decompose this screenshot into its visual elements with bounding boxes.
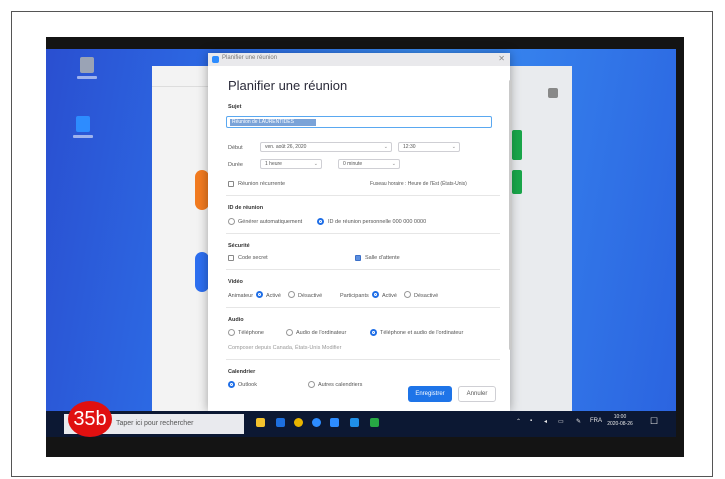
audio-label: Audio: [228, 317, 244, 323]
dialog-window-title: Planifier une réunion: [222, 55, 278, 61]
participants-video-off-radio[interactable]: [404, 291, 411, 298]
save-button[interactable]: Enregistrer: [408, 386, 452, 402]
audio-both-label: Téléphone et audio de l'ordinateur: [380, 330, 464, 336]
avatar-icon[interactable]: [548, 88, 558, 98]
calendar-label: Calendrier: [228, 369, 256, 375]
zoom-active-icon[interactable]: [330, 418, 339, 427]
chevron-down-icon: ⌄: [391, 161, 396, 167]
audio-computer-radio[interactable]: [286, 329, 293, 336]
recurring-checkbox[interactable]: [228, 181, 234, 187]
calendar-widget-green: [512, 130, 522, 160]
host-video-off-label: Désactivé: [298, 293, 323, 299]
battery-icon[interactable]: ▭: [558, 418, 564, 425]
pen-icon[interactable]: ✎: [576, 418, 581, 425]
security-label: Sécurité: [228, 243, 250, 249]
volume-icon[interactable]: ◂: [544, 418, 547, 425]
recurring-label: Réunion récurrente: [238, 181, 286, 187]
host-video-on-label: Activé: [266, 293, 281, 299]
topic-input[interactable]: Réunion de LAURENTIDES: [226, 116, 492, 128]
zoom-desktop-glyph: [76, 116, 90, 132]
schedule-tile[interactable]: [195, 252, 209, 292]
divider: [226, 359, 500, 360]
date-label: Début: [228, 145, 243, 151]
timezone-text[interactable]: Fuseau horaire : Heure de l'Est (États-U…: [370, 181, 467, 187]
meeting-id-label: ID de réunion: [228, 205, 264, 211]
chevron-down-icon: ⌄: [451, 144, 456, 150]
duration-minutes-select[interactable]: 0 minute ⌄: [338, 159, 400, 169]
file-explorer-icon[interactable]: [256, 418, 265, 427]
clock-time: 10:00: [613, 414, 627, 420]
schedule-meeting-dialog: Planifier une réunion ✕ Planifier une ré…: [208, 53, 510, 411]
divider: [226, 269, 500, 270]
dialog-scrollbar[interactable]: [509, 80, 512, 350]
calendar-outlook-radio[interactable]: [228, 381, 235, 388]
meeting-id-personal-label: ID de réunion personnelle 000 000 0000: [328, 219, 427, 225]
search-placeholder: Taper ici pour rechercher: [116, 420, 194, 427]
dialog-titlebar: Planifier une réunion ✕: [208, 53, 510, 66]
zoom-desktop-caption: [73, 135, 93, 138]
divider: [226, 195, 500, 196]
participants-video-label: Participants: [340, 293, 369, 299]
divider: [226, 233, 500, 234]
duration-hours-value: 1 heure: [265, 161, 282, 167]
waiting-room-label: Salle d'attente: [365, 255, 400, 261]
edge-icon[interactable]: [276, 418, 285, 427]
meeting-id-auto-radio[interactable]: [228, 218, 235, 225]
topic-label: Sujet: [228, 104, 242, 110]
time-select[interactable]: 12:30 ⌄: [398, 142, 460, 152]
participants-video-on-label: Activé: [382, 293, 397, 299]
zoom-taskbar-icon[interactable]: [312, 418, 321, 427]
date-select[interactable]: ven. août 26, 2020 ⌄: [260, 142, 392, 152]
participants-video-off-label: Désactivé: [414, 293, 439, 299]
participants-video-on-radio[interactable]: [372, 291, 379, 298]
meeting-id-auto-label: Générer automatiquement: [238, 219, 303, 225]
zoom-desktop-icon[interactable]: [72, 116, 94, 140]
recycle-bin-glyph: [80, 57, 94, 73]
passcode-checkbox[interactable]: [228, 255, 234, 261]
recycle-bin-icon[interactable]: [76, 57, 98, 81]
notification-icon[interactable]: ☐: [650, 416, 658, 427]
audio-both-radio[interactable]: [370, 329, 377, 336]
recycle-bin-caption: [77, 76, 97, 79]
passcode-label: Code secret: [238, 255, 268, 261]
zoom-app-icon: [212, 56, 219, 63]
dialog-heading: Planifier une réunion: [228, 78, 348, 93]
cancel-button[interactable]: Annuler: [458, 386, 496, 402]
network-icon[interactable]: ▪: [530, 418, 532, 424]
calendar-outlook-label: Outlook: [238, 382, 257, 388]
waiting-room-checkbox[interactable]: [355, 255, 361, 261]
close-icon[interactable]: ✕: [498, 54, 505, 63]
zoom-home-side-panel: [510, 66, 572, 411]
chevron-down-icon: ⌄: [313, 161, 318, 167]
host-video-on-radio[interactable]: [256, 291, 263, 298]
divider: [226, 307, 500, 308]
calendar-widget-green-2: [512, 170, 522, 194]
language-indicator[interactable]: FRA: [590, 418, 602, 424]
date-value: ven. août 26, 2020: [265, 144, 307, 150]
step-badge: 35b: [68, 401, 112, 437]
chevron-down-icon: ⌄: [383, 144, 388, 150]
host-video-label: Animateur: [228, 293, 254, 299]
meeting-id-personal-radio[interactable]: [317, 218, 324, 225]
host-video-off-radio[interactable]: [288, 291, 295, 298]
store-icon[interactable]: [350, 418, 359, 427]
audio-phone-label: Téléphone: [238, 330, 264, 336]
topic-value: Réunion de LAURENTIDES: [230, 119, 316, 126]
dial-in-text[interactable]: Composer depuis Canada, États-Unis Modif…: [228, 345, 341, 351]
chevron-up-icon[interactable]: ⌃: [516, 418, 521, 425]
taskbar-clock[interactable]: 10:00 2020-08-26: [604, 414, 636, 428]
calendar-other-radio[interactable]: [308, 381, 315, 388]
duration-minutes-value: 0 minute: [343, 161, 363, 167]
clock-date: 2020-08-26: [607, 421, 633, 427]
video-label: Vidéo: [228, 279, 243, 285]
audio-phone-radio[interactable]: [228, 329, 235, 336]
chrome-icon[interactable]: [294, 418, 303, 427]
audio-computer-label: Audio de l'ordinateur: [296, 330, 347, 336]
excel-icon[interactable]: [370, 418, 379, 427]
calendar-other-label: Autres calendriers: [318, 382, 363, 388]
new-meeting-tile[interactable]: [195, 170, 209, 210]
duration-hours-select[interactable]: 1 heure ⌄: [260, 159, 322, 169]
time-value: 12:30: [403, 144, 416, 150]
duration-label: Durée: [228, 162, 243, 168]
